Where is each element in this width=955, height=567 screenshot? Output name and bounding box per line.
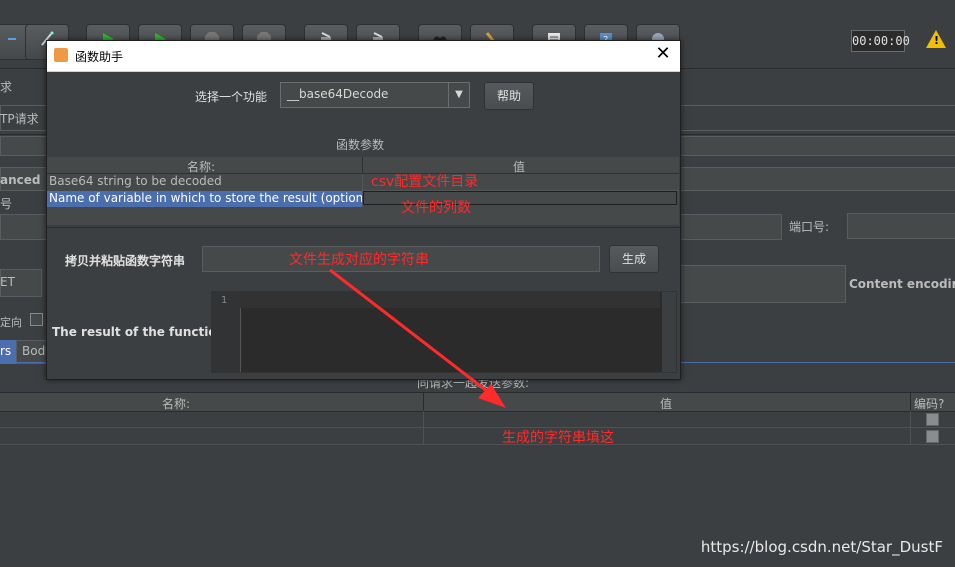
watermark: https://blog.csdn.net/Star_DustF	[700, 538, 943, 556]
annotation-arrow	[329, 268, 506, 408]
